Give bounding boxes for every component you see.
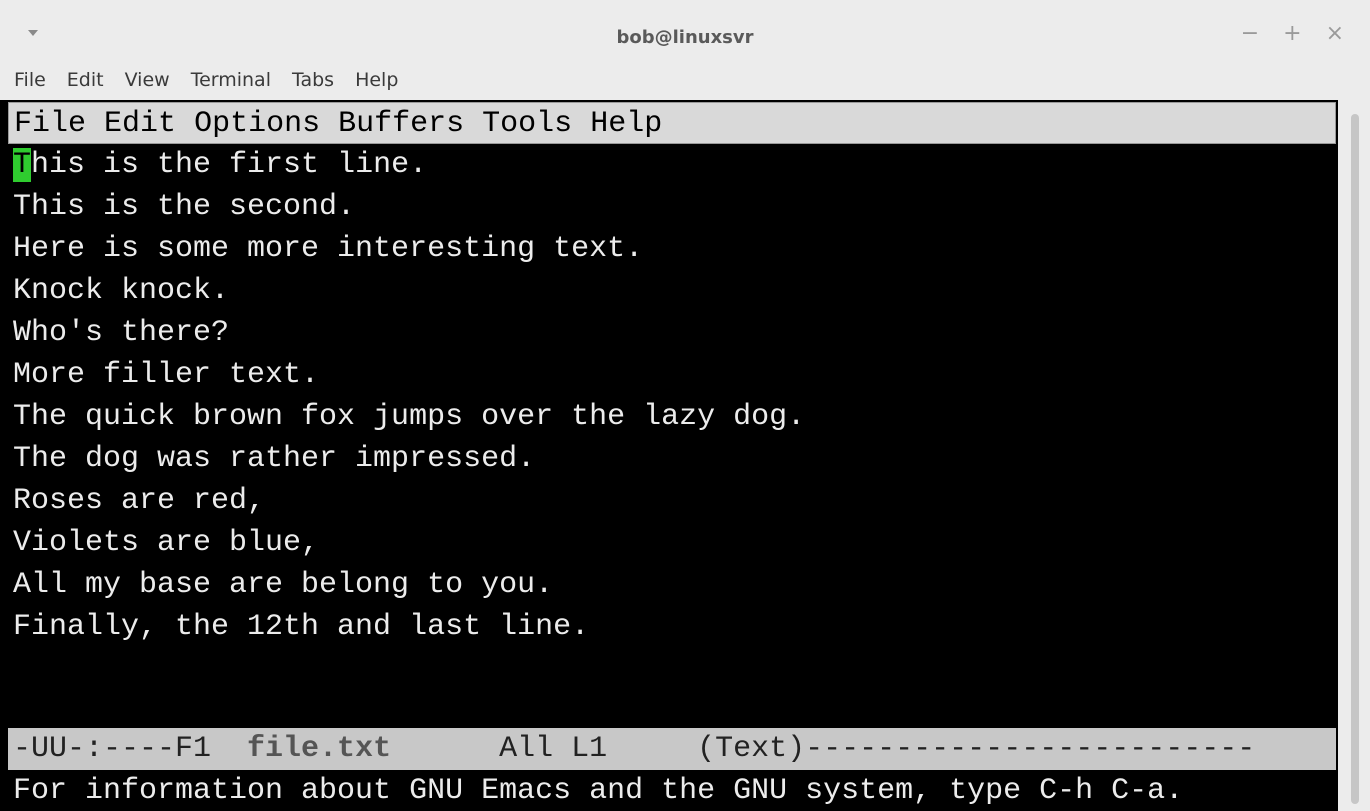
maximize-button[interactable]: +	[1283, 22, 1301, 46]
terminal-menu-help[interactable]: Help	[355, 69, 398, 91]
window-controls: − + ×	[1241, 22, 1344, 46]
buffer-line[interactable]: The dog was rather impressed.	[8, 438, 1338, 480]
terminal-menu-file[interactable]: File	[14, 69, 46, 91]
text-cursor: T	[13, 148, 32, 182]
buffer-line[interactable]: Knock knock.	[8, 270, 1338, 312]
emacs-menu-buffers[interactable]: Buffers	[338, 107, 464, 141]
buffer-line[interactable]: Roses are red,	[8, 480, 1338, 522]
terminal-menu-view[interactable]: View	[125, 69, 170, 91]
scrollbar-thumb[interactable]	[1351, 114, 1359, 804]
close-button[interactable]: ×	[1326, 22, 1344, 46]
emacs-menu-tools[interactable]: Tools	[482, 107, 572, 141]
buffer-line[interactable]: Violets are blue,	[8, 522, 1338, 564]
buffer-line[interactable]: Who's there?	[8, 312, 1338, 354]
emacs-menu-file[interactable]: File	[14, 107, 86, 141]
terminal-menu-edit[interactable]: Edit	[67, 69, 104, 91]
buffer-line[interactable]: Here is some more interesting text.	[8, 228, 1338, 270]
modeline-position: All L1 (Text)	[391, 732, 806, 766]
emacs-echo-area: For information about GNU Emacs and the …	[13, 774, 1184, 808]
terminal-content[interactable]: File Edit Options Buffers Tools Help Thi…	[8, 100, 1338, 811]
buffer-line[interactable]: This is the second.	[8, 186, 1338, 228]
buffer-line[interactable]: The quick brown fox jumps over the lazy …	[8, 396, 1338, 438]
modeline-status: -UU-:----F1	[13, 732, 248, 766]
modeline-filename: file.txt	[247, 732, 392, 766]
terminal-menu-tabs[interactable]: Tabs	[292, 69, 334, 91]
terminal-scrollbar[interactable]	[1338, 100, 1370, 811]
buffer-line[interactable]: This is the first line.	[8, 144, 1338, 186]
terminal-menu-terminal[interactable]: Terminal	[191, 69, 271, 91]
emacs-menu-options[interactable]: Options	[194, 107, 320, 141]
emacs-modeline: -UU-:----F1 file.txt All L1 (Text)------…	[8, 728, 1336, 770]
buffer-line-text: his is the first line.	[31, 148, 428, 182]
emacs-menubar: File Edit Options Buffers Tools Help	[8, 102, 1336, 144]
buffer-line[interactable]: More filler text.	[8, 354, 1338, 396]
modeline-fill: -------------------------	[805, 732, 1256, 766]
buffer-line[interactable]: Finally, the 12th and last line.	[8, 606, 1338, 648]
emacs-menu-help[interactable]: Help	[590, 107, 662, 141]
emacs-menu-edit[interactable]: Edit	[104, 107, 176, 141]
title-bar: bob@linuxsvr − + ×	[0, 0, 1370, 60]
window-title: bob@linuxsvr	[616, 27, 754, 48]
terminal-window: bob@linuxsvr − + × File Edit View Termin…	[0, 0, 1370, 811]
minimize-button[interactable]: −	[1241, 22, 1259, 46]
terminal-menubar: File Edit View Terminal Tabs Help	[0, 60, 1370, 100]
buffer-line[interactable]: All my base are belong to you.	[8, 564, 1338, 606]
